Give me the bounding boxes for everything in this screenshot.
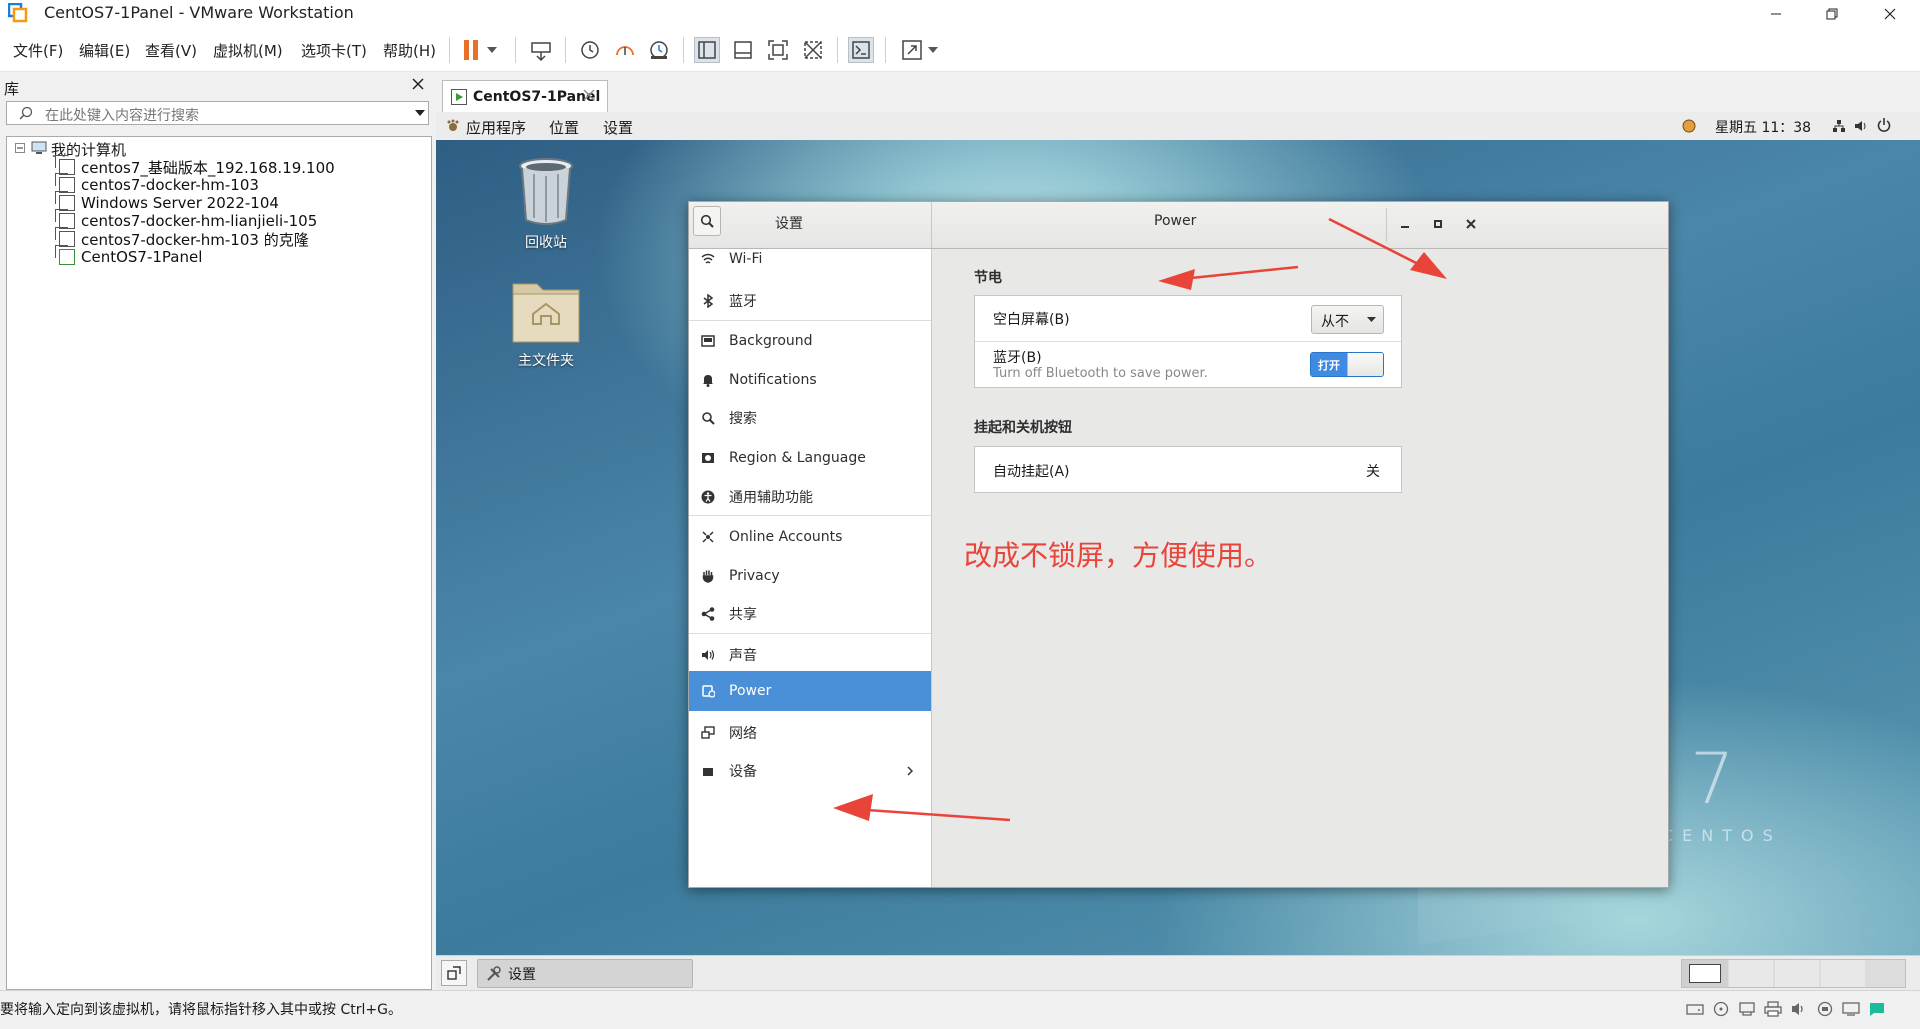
- snapshot-manager-icon[interactable]: [646, 37, 672, 63]
- close-button[interactable]: [1862, 0, 1918, 27]
- display-icon[interactable]: [1842, 1001, 1860, 1017]
- stretch-guest-icon[interactable]: [899, 37, 925, 63]
- menu-tabs[interactable]: 选项卡(T): [301, 40, 367, 61]
- stretch-dropdown-icon[interactable]: [926, 37, 940, 63]
- minimize-button[interactable]: [1748, 0, 1804, 27]
- tab-bar: CentOS7-1Panel: [436, 72, 1920, 112]
- pause-icon[interactable]: [458, 37, 484, 63]
- network-adapter-icon[interactable]: [1738, 1001, 1756, 1017]
- places-menu[interactable]: 位置: [549, 117, 579, 138]
- device-icons: [1686, 1001, 1886, 1017]
- window-title: CentOS7-1Panel - VMware Workstation: [44, 3, 354, 22]
- search-icon: [19, 106, 33, 120]
- vm-taskbar: 设置: [436, 955, 1920, 990]
- workspace-2[interactable]: [1729, 960, 1773, 987]
- restore-button[interactable]: [1804, 0, 1860, 27]
- workspace-1[interactable]: [1682, 960, 1728, 987]
- status-message: 要将输入定向到该虚拟机，请将鼠标指针移入其中或按 Ctrl+G。: [0, 1002, 402, 1018]
- menu-file[interactable]: 文件(F): [13, 40, 63, 61]
- library-panel: 库 在此处键入内容进行搜索 我的计算机 centos7_基础版本_192.168…: [0, 72, 433, 990]
- workspace-4[interactable]: [1821, 960, 1865, 987]
- message-log-icon[interactable]: [1868, 1001, 1886, 1017]
- vm-tab[interactable]: CentOS7-1Panel: [442, 80, 608, 112]
- vmware-logo-icon: [8, 3, 28, 23]
- tab-close-icon[interactable]: [583, 89, 595, 101]
- menu-bar: 文件(F) 编辑(E) 查看(V) 虚拟机(M) 选项卡(T) 帮助(H): [0, 27, 1920, 72]
- workspace-3[interactable]: [1775, 960, 1819, 987]
- settings-app-menu[interactable]: 设置: [603, 117, 633, 138]
- volume-icon[interactable]: [1854, 119, 1868, 133]
- vm-item[interactable]: Windows Server 2022-104: [55, 191, 279, 213]
- tools-icon: [486, 965, 502, 982]
- search-placeholder: 在此处键入内容进行搜索: [45, 108, 199, 124]
- library-search[interactable]: 在此处键入内容进行搜索: [6, 101, 429, 125]
- sound-card-icon[interactable]: [1790, 1001, 1808, 1017]
- usb-icon[interactable]: [1816, 1001, 1834, 1017]
- send-ctrl-alt-del-icon[interactable]: [528, 37, 554, 63]
- library-header: 库: [0, 72, 433, 98]
- taskbar-settings-item[interactable]: 设置: [477, 959, 693, 988]
- clock[interactable]: 星期五 11：38: [1715, 117, 1811, 137]
- library-title: 库: [4, 80, 20, 98]
- menu-view[interactable]: 查看(V): [145, 40, 197, 61]
- menu-edit[interactable]: 编辑(E): [79, 40, 130, 61]
- menu-help[interactable]: 帮助(H): [383, 40, 436, 61]
- annotation-arrows: [833, 217, 1447, 822]
- running-vm-icon: [55, 245, 75, 265]
- show-thumbnail-icon[interactable]: [730, 37, 756, 63]
- show-library-icon[interactable]: [694, 37, 720, 63]
- hard-disk-icon[interactable]: [1686, 1001, 1704, 1017]
- library-close-icon[interactable]: [412, 78, 424, 90]
- tab-label: CentOS7-1Panel: [473, 88, 601, 105]
- cd-rom-icon[interactable]: [1712, 1001, 1730, 1017]
- applications-menu[interactable]: 应用程序: [466, 117, 526, 138]
- gnome-top-bar: 应用程序 位置 设置 星期五 11：38: [436, 112, 1920, 140]
- vm-item-active[interactable]: CentOS7-1Panel: [55, 245, 202, 267]
- menu-vm[interactable]: 虚拟机(M): [213, 40, 283, 61]
- status-bar: 要将输入定向到该虚拟机，请将鼠标指针移入其中或按 Ctrl+G。: [0, 990, 1920, 1029]
- user-avatar-icon[interactable]: [1682, 119, 1696, 133]
- network-icon[interactable]: [1832, 119, 1846, 133]
- snapshot-icon[interactable]: [576, 37, 602, 63]
- vm-item[interactable]: centos7-docker-hm-103 的克隆: [55, 227, 309, 249]
- tree-collapse-icon[interactable]: [15, 143, 25, 153]
- vm-tree: 我的计算机 centos7_基础版本_192.168.19.100 centos…: [6, 136, 432, 990]
- search-dropdown-icon[interactable]: [415, 110, 425, 116]
- printer-icon[interactable]: [1764, 1001, 1782, 1017]
- computer-icon: [31, 140, 47, 156]
- gnome-foot-icon: [446, 119, 460, 133]
- guest-desktop[interactable]: 7 CENTOS 回收站 主文件夹 设置 Power Wi-Fi 蓝牙 Back…: [436, 140, 1920, 955]
- workspace-switcher[interactable]: [1681, 959, 1906, 988]
- running-vm-icon: [451, 88, 467, 105]
- vm-item[interactable]: centos7_基础版本_192.168.19.100: [55, 155, 335, 177]
- full-screen-icon[interactable]: [765, 37, 791, 63]
- revert-snapshot-icon[interactable]: [611, 37, 637, 63]
- title-bar: CentOS7-1Panel - VMware Workstation: [0, 0, 1920, 27]
- show-desktop-icon[interactable]: [441, 960, 467, 986]
- power-icon[interactable]: [1877, 118, 1891, 132]
- console-view-icon[interactable]: [848, 37, 874, 63]
- vm-item[interactable]: centos7-docker-hm-103: [55, 173, 259, 195]
- unity-mode-icon[interactable]: [800, 37, 826, 63]
- pause-dropdown-icon[interactable]: [485, 37, 499, 63]
